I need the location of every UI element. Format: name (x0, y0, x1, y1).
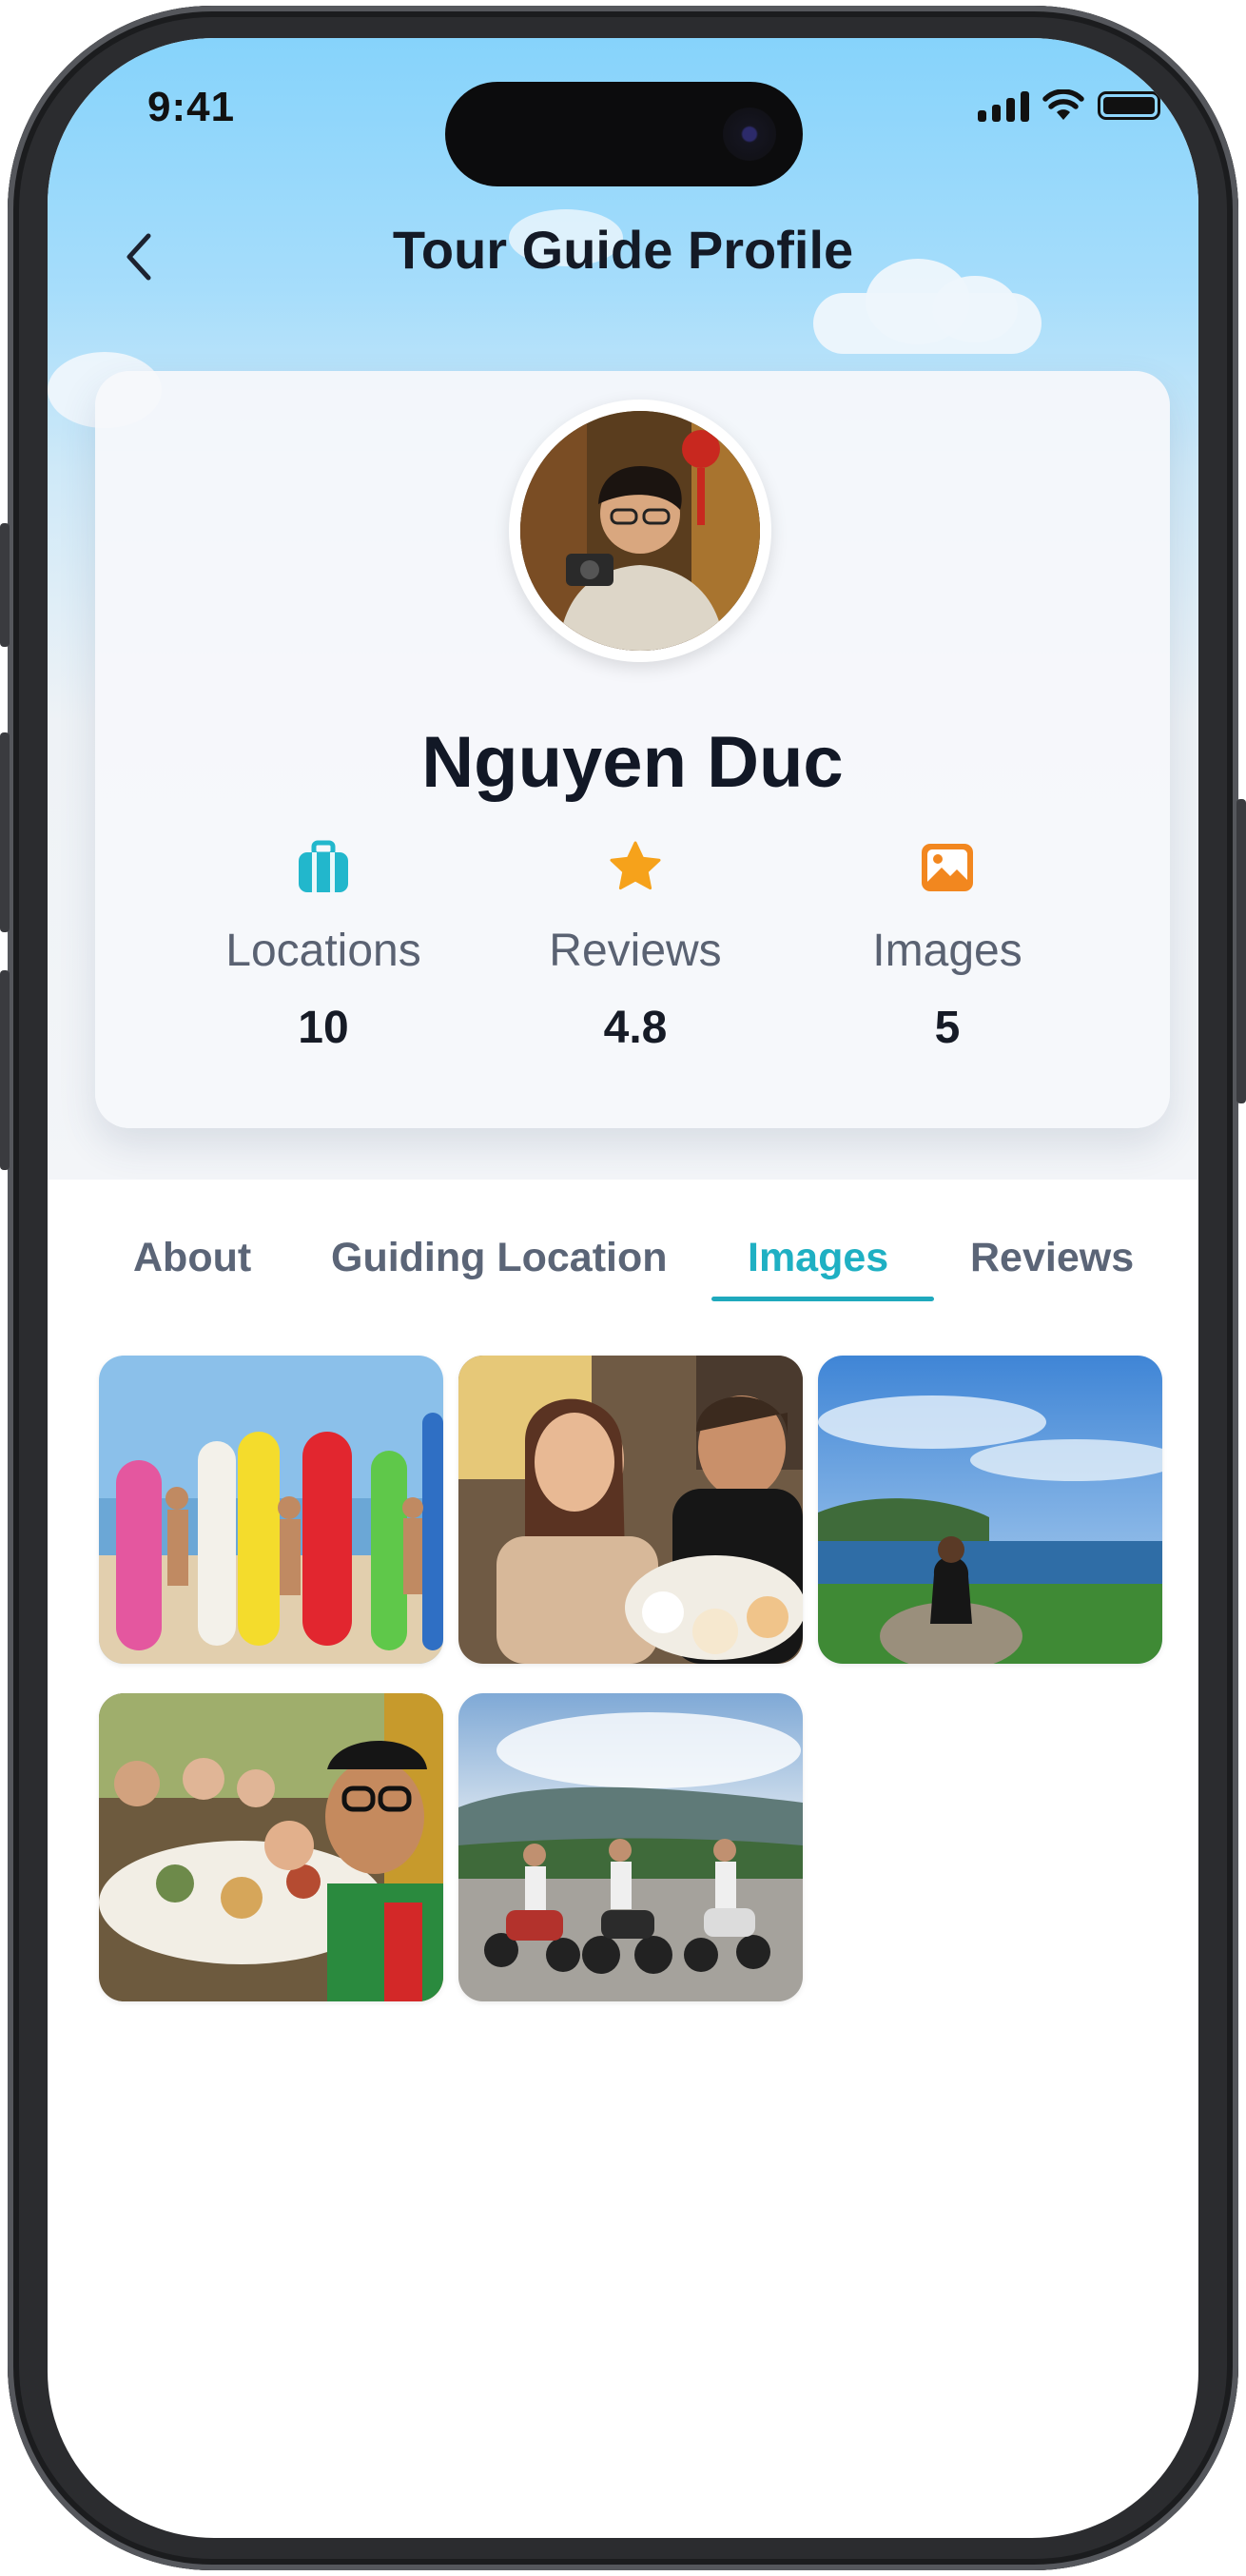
gallery-image-dinner-friends[interactable] (458, 1356, 803, 1664)
tab-images[interactable]: Images (748, 1235, 888, 1281)
stat-value: 10 (298, 1003, 349, 1053)
tab-bar: About Guiding Location Images Reviews (48, 1208, 1198, 1351)
stat-label: Images (872, 926, 1022, 976)
stat-value: 5 (934, 1003, 961, 1053)
avatar-photo (520, 411, 760, 651)
front-camera (723, 107, 776, 161)
page-title: Tour Guide Profile (392, 220, 854, 280)
status-time: 9:41 (147, 84, 236, 130)
wifi-icon (1042, 89, 1084, 120)
gallery-image-coastal-view[interactable] (818, 1356, 1162, 1664)
status-icons (978, 89, 1160, 122)
cellular-signal-icon (978, 89, 1029, 122)
stat-label: Reviews (549, 926, 722, 976)
briefcase-icon (299, 840, 348, 892)
star-icon (610, 841, 661, 890)
profile-card: Nguyen Duc Locations 10 Reviews 4.8 Imag… (95, 371, 1170, 1128)
guide-name: Nguyen Duc (421, 722, 844, 803)
power-button (1236, 799, 1246, 1103)
gallery-image-group-meal[interactable] (99, 1693, 443, 2001)
gallery-image-motorbike-pass[interactable] (458, 1693, 803, 2001)
gallery-image-surfboards[interactable] (99, 1356, 443, 1664)
avatar[interactable] (509, 400, 771, 662)
active-tab-indicator (711, 1297, 934, 1301)
action-button (0, 523, 10, 647)
image-icon (922, 844, 973, 891)
stat-value: 4.8 (603, 1003, 668, 1053)
volume-up-button (0, 732, 10, 932)
cloud (932, 276, 1018, 342)
tab-guiding-location[interactable]: Guiding Location (331, 1235, 668, 1281)
stat-locations: Locations 10 (181, 837, 466, 1054)
battery-icon (1098, 91, 1160, 120)
dynamic-island (445, 82, 803, 186)
app-screen: 9:41 Tour Guide Profile Nguyen Duc Locat… (48, 38, 1198, 2538)
stat-images: Images 5 (805, 837, 1090, 1054)
volume-down-button (0, 970, 10, 1170)
tab-about[interactable]: About (133, 1235, 251, 1281)
tab-reviews[interactable]: Reviews (970, 1235, 1134, 1281)
stat-label: Locations (225, 926, 421, 976)
stat-reviews: Reviews 4.8 (493, 837, 778, 1054)
